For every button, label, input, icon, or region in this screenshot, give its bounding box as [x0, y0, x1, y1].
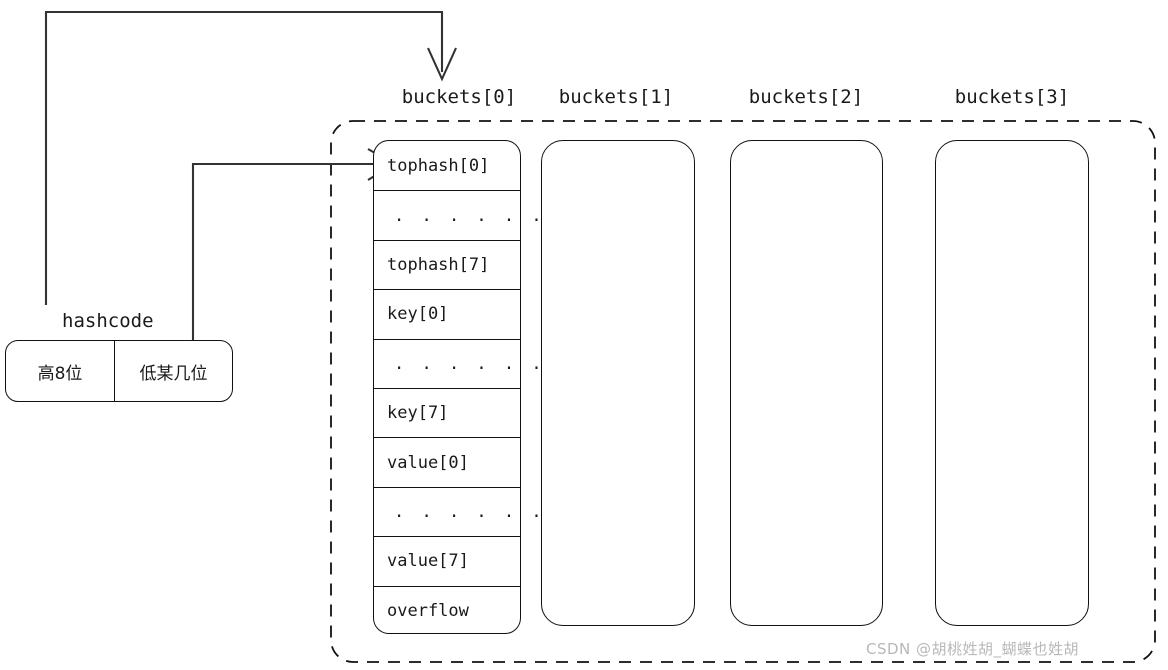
cell-tophash-0: tophash[0] — [387, 155, 490, 176]
bucket-1-box — [541, 140, 695, 626]
cell-tophash-ellipsis: . . . . . . . — [374, 190, 569, 239]
watermark-text: CSDN @胡桃姓胡_蝴蝶也姓胡 — [866, 640, 1080, 658]
bucket-label-3: buckets[3] — [954, 86, 1070, 108]
cell-key-7: key[7] — [374, 387, 520, 437]
cell-value-0: value[0] — [374, 437, 520, 486]
cell-value-7: value[7] — [374, 536, 520, 585]
hashcode-low-bits-cell: 低某几位 — [114, 341, 232, 401]
hashcode-label: hashcode — [62, 310, 154, 332]
cell-key-0: key[0] — [374, 289, 520, 338]
arrowhead-down-icon — [427, 47, 457, 82]
diagram-canvas: buckets[0] buckets[1] buckets[2] buckets… — [0, 0, 1168, 670]
hashcode-box: 高8位 低某几位 — [5, 340, 233, 402]
bucket-label-0: buckets[0] — [401, 86, 517, 108]
bucket-2-box — [730, 140, 883, 626]
bucket-label-1: buckets[1] — [558, 86, 674, 108]
bucket-label-2: buckets[2] — [748, 86, 864, 108]
cell-key-ellipsis: . . . . . . . — [374, 338, 569, 388]
cell-value-ellipsis: . . . . . . . — [374, 486, 569, 536]
bucket-3-box — [935, 140, 1089, 626]
cell-tophash-7: tophash[7] — [374, 239, 520, 289]
cell-overflow: overflow — [374, 585, 520, 635]
hashcode-high-to-tophash-connector — [191, 162, 390, 340]
bucket-0-structure: tophash[0] . . . . . . . tophash[7] key[… — [373, 140, 569, 635]
hashcode-high-bits-cell: 高8位 — [37, 363, 83, 384]
